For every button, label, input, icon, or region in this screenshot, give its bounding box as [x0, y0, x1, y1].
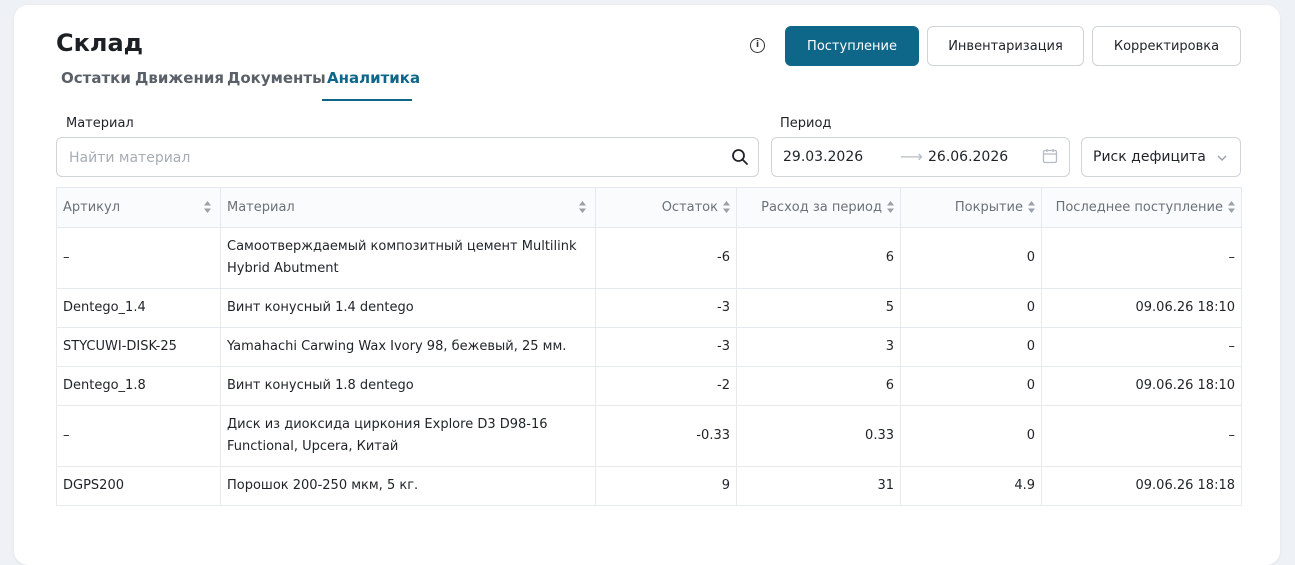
cell-consumption: 3	[736, 327, 901, 367]
table-row[interactable]: Dentego_1.8 Винт конусный 1.8 dentego -2…	[56, 366, 1242, 406]
cell-last-receipt: 09.06.26 18:10	[1041, 288, 1242, 328]
cell-last-receipt: –	[1041, 327, 1242, 367]
search-input[interactable]	[67, 138, 721, 178]
cell-article: STYCUWI-DISK-25	[56, 327, 221, 367]
sort-icon[interactable]	[203, 200, 212, 214]
cell-consumption: 5	[736, 288, 901, 328]
cell-coverage: 0	[900, 366, 1042, 406]
cell-material: Самоотверждаемый композитный цемент Mult…	[220, 227, 596, 289]
info-icon[interactable]: i	[750, 38, 765, 53]
cell-last-receipt: –	[1041, 227, 1242, 289]
col-header-coverage[interactable]: Покрытие	[900, 187, 1042, 228]
cell-coverage: 4.9	[900, 466, 1042, 506]
page-title: Склад	[56, 29, 144, 57]
correction-button[interactable]: Корректировка	[1092, 26, 1241, 66]
cell-material: Yamahachi Carwing Wax Ivory 98, бежевый,…	[220, 327, 596, 367]
col-header-material[interactable]: Материал	[220, 187, 596, 228]
cell-article: DGPS200	[56, 466, 221, 506]
risk-select[interactable]: Риск дефицита	[1081, 137, 1241, 177]
cell-material: Диск из диоксида циркония Explore D3 D98…	[220, 405, 596, 467]
table-header-row: Артикул Материал Остаток Расход за перио…	[56, 187, 1242, 228]
material-search	[56, 137, 759, 178]
sort-icon[interactable]	[722, 200, 731, 214]
cell-coverage: 0	[900, 288, 1042, 328]
cell-consumption: 6	[736, 227, 901, 289]
cell-material: Порошок 200-250 мкм, 5 кг.	[220, 466, 596, 506]
search-icon[interactable]	[731, 148, 749, 166]
active-tab-indicator	[322, 99, 412, 101]
cell-last-receipt: –	[1041, 405, 1242, 467]
material-label: Материал	[66, 116, 134, 131]
cell-balance: -0.33	[595, 405, 737, 467]
table-row[interactable]: – Диск из диоксида циркония Explore D3 D…	[56, 405, 1242, 467]
cell-consumption: 6	[736, 366, 901, 406]
period-range-picker[interactable]: 29.03.2026 ⟶ 26.06.2026	[771, 137, 1070, 177]
cell-coverage: 0	[900, 405, 1042, 467]
chevron-down-icon	[1217, 155, 1227, 161]
table-row[interactable]: – Самоотверждаемый композитный цемент Mu…	[56, 227, 1242, 289]
cell-coverage: 0	[900, 327, 1042, 367]
tab-analytics[interactable]: Аналитика	[327, 69, 420, 95]
sort-icon[interactable]	[886, 200, 895, 214]
cell-last-receipt: 09.06.26 18:10	[1041, 366, 1242, 406]
tab-movements[interactable]: Движения	[135, 69, 224, 95]
risk-select-value: Риск дефицита	[1093, 149, 1206, 165]
cell-material: Винт конусный 1.8 dentego	[220, 366, 596, 406]
cell-balance: -3	[595, 327, 737, 367]
cell-article: –	[56, 227, 221, 289]
cell-article: Dentego_1.4	[56, 288, 221, 328]
cell-consumption: 31	[736, 466, 901, 506]
inventory-button[interactable]: Инвентаризация	[927, 26, 1084, 66]
arrow-right-icon: ⟶	[900, 147, 923, 166]
calendar-icon[interactable]	[1042, 148, 1058, 164]
period-label: Период	[780, 116, 832, 131]
col-header-last-receipt[interactable]: Последнее поступление	[1041, 187, 1242, 228]
cell-coverage: 0	[900, 227, 1042, 289]
sort-icon[interactable]	[578, 200, 587, 214]
cell-balance: -2	[595, 366, 737, 406]
sort-icon[interactable]	[1027, 200, 1036, 214]
warehouse-card: Склад Остатки Движения Документы Аналити…	[14, 5, 1280, 565]
cell-consumption: 0.33	[736, 405, 901, 467]
cell-article: –	[56, 405, 221, 467]
cell-balance: -3	[595, 288, 737, 328]
cell-last-receipt: 09.06.26 18:18	[1041, 466, 1242, 506]
receipt-button[interactable]: Поступление	[785, 26, 919, 66]
cell-material: Винт конусный 1.4 dentego	[220, 288, 596, 328]
cell-balance: 9	[595, 466, 737, 506]
table-row[interactable]: STYCUWI-DISK-25 Yamahachi Carwing Wax Iv…	[56, 327, 1242, 367]
tab-documents[interactable]: Документы	[227, 69, 326, 95]
sort-icon[interactable]	[1227, 200, 1236, 214]
col-header-article[interactable]: Артикул	[56, 187, 221, 228]
col-header-balance[interactable]: Остаток	[595, 187, 737, 228]
cell-article: Dentego_1.8	[56, 366, 221, 406]
cell-balance: -6	[595, 227, 737, 289]
col-header-consumption[interactable]: Расход за период	[736, 187, 901, 228]
tab-stock[interactable]: Остатки	[61, 69, 131, 95]
table-row[interactable]: DGPS200 Порошок 200-250 мкм, 5 кг. 9 31 …	[56, 466, 1242, 506]
analytics-table: Артикул Материал Остаток Расход за перио…	[56, 187, 1242, 506]
table-row[interactable]: Dentego_1.4 Винт конусный 1.4 dentego -3…	[56, 288, 1242, 328]
date-to[interactable]: 26.06.2026	[928, 149, 1008, 165]
date-from[interactable]: 29.03.2026	[783, 149, 863, 165]
